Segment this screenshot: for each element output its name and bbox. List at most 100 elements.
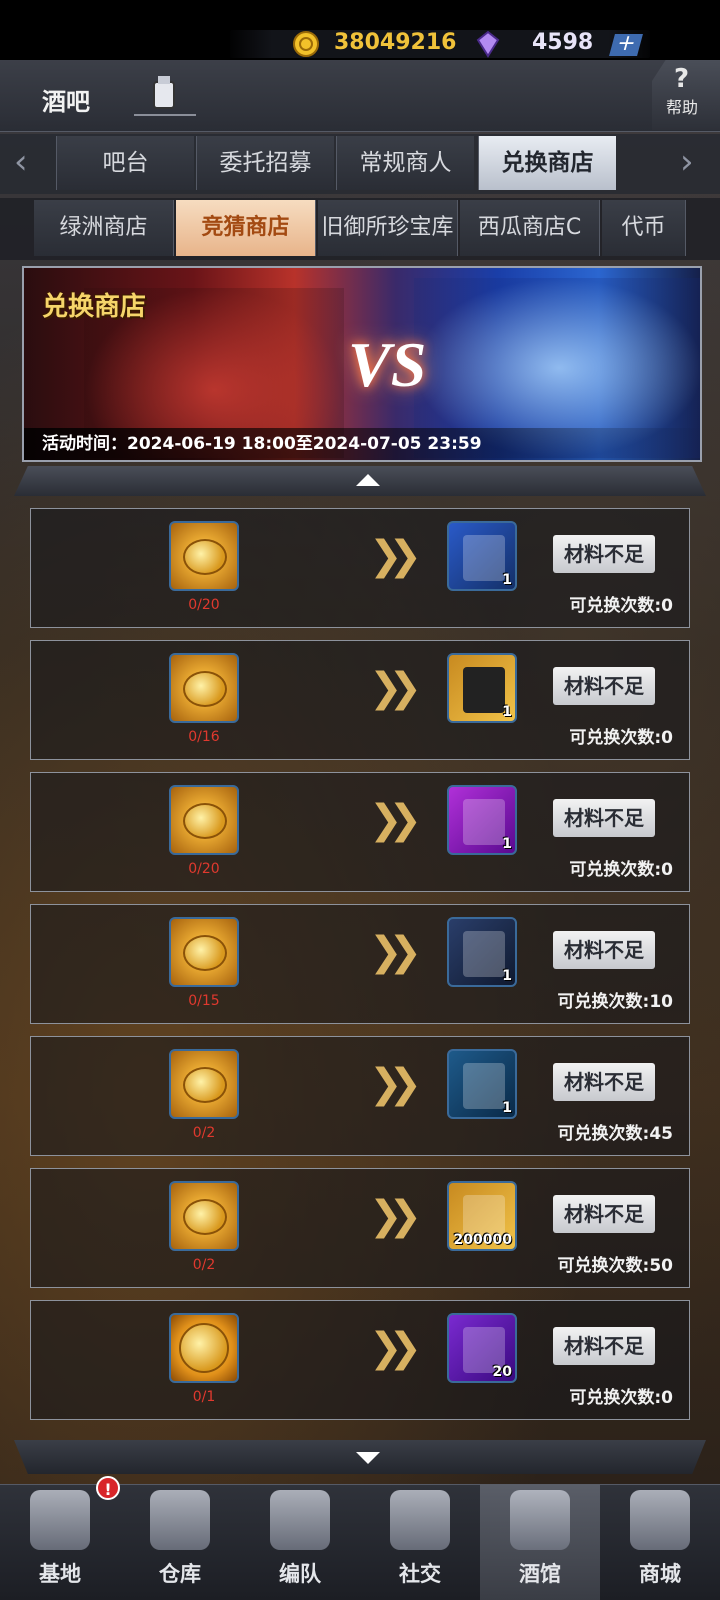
exchange-limit: 可兑换次数:0 (569, 860, 673, 880)
purple-puzzle-icon[interactable]: 1 (447, 785, 517, 855)
reward-qty: 1 (502, 1100, 512, 1116)
insufficient-button[interactable]: 材料不足 (553, 931, 655, 969)
exchange-limit: 可兑换次数:50 (557, 1256, 673, 1276)
scroll-down-button[interactable] (14, 1440, 706, 1474)
nav-warehouse[interactable]: 仓库 (120, 1484, 240, 1600)
exchange-row: 0/20 ❯❯ 1 材料不足 可兑换次数:0 (30, 772, 690, 892)
subtab-oasis-shop[interactable]: 绿洲商店 (34, 200, 174, 256)
nav-label: 编队 (279, 1562, 321, 1586)
question-icon: ? (674, 64, 690, 94)
tab-exchange-shop[interactable]: 兑换商店 (478, 136, 616, 190)
drink-icon (510, 1490, 570, 1550)
insufficient-button[interactable]: 材料不足 (553, 1063, 655, 1101)
arrow-up-icon (356, 474, 380, 486)
cost-count: 0/2 (192, 1257, 216, 1273)
guess-coin-icon (169, 917, 239, 987)
cost-count: 0/1 (192, 1389, 216, 1405)
tabs-right-chevron-icon[interactable]: › (680, 142, 694, 182)
exchange-row: 0/15 ❯❯ 1 材料不足 可兑换次数:10 (30, 904, 690, 1024)
insufficient-button[interactable]: 材料不足 (553, 535, 655, 573)
collapse-banner-button[interactable] (14, 466, 706, 496)
tab-merchant[interactable]: 常规商人 (336, 136, 474, 190)
nav-shop[interactable]: 商城 (600, 1484, 720, 1600)
helmet-icon (270, 1490, 330, 1550)
arrow-down-icon (356, 1452, 380, 1464)
double-chevron-icon: ❯❯ (369, 1061, 422, 1107)
dragon-coin-icon (169, 1313, 239, 1383)
exchange-limit: 可兑换次数:45 (557, 1124, 673, 1144)
exchange-limit: 可兑换次数:0 (569, 728, 673, 748)
header: 酒吧 (0, 60, 720, 132)
tab-bar-counter[interactable]: 吧台 (56, 136, 194, 190)
title-underline (134, 114, 196, 116)
alert-badge: ! (96, 1476, 120, 1500)
reward-qty: 20 (492, 1364, 512, 1380)
guess-coin-icon (169, 1049, 239, 1119)
star-badge-icon (30, 1490, 90, 1550)
nav-team[interactable]: 编队 (240, 1484, 360, 1600)
double-chevron-icon: ❯❯ (369, 929, 422, 975)
target-card-icon[interactable]: 1 (447, 917, 517, 987)
cost-count: 0/16 (188, 729, 220, 745)
reward-qty: 1 (502, 704, 512, 720)
double-chevron-icon: ❯❯ (369, 797, 422, 843)
gold-amount: 38049216 (334, 30, 457, 55)
gem-icon (476, 30, 500, 58)
tab-recruit[interactable]: 委托招募 (196, 136, 334, 190)
insufficient-button[interactable]: 材料不足 (553, 799, 655, 837)
gold-coin-icon (293, 31, 319, 57)
guess-coin-icon (169, 653, 239, 723)
vs-text: VS (348, 329, 427, 400)
shop-orb-icon (630, 1490, 690, 1550)
exchange-row: 0/2 ❯❯ 1 材料不足 可兑换次数:45 (30, 1036, 690, 1156)
cost-count: 0/15 (188, 993, 220, 1009)
double-chevron-icon: ❯❯ (369, 1325, 422, 1371)
nav-label: 酒馆 (519, 1562, 561, 1586)
cost-count: 0/20 (188, 861, 220, 877)
guess-coin-icon (169, 785, 239, 855)
exchange-limit: 可兑换次数:10 (557, 992, 673, 1012)
help-label: 帮助 (666, 98, 699, 117)
guess-coin-icon (169, 521, 239, 591)
syringe-icon[interactable]: 1 (447, 1049, 517, 1119)
gold-coins-icon[interactable]: 200000 (447, 1181, 517, 1251)
exchange-limit: 可兑换次数:0 (569, 596, 673, 616)
reward-qty: 1 (502, 572, 512, 588)
nav-social[interactable]: 社交 (360, 1484, 480, 1600)
nav-label: 社交 (399, 1562, 441, 1586)
exchange-row: 0/2 ❯❯ 200000 材料不足 可兑换次数:50 (30, 1168, 690, 1288)
cost-count: 0/20 (188, 597, 220, 613)
event-time: 活动时间：2024-06-19 18:00至2024-07-05 23:59 (42, 434, 482, 454)
gem-amount: 4598 (532, 30, 594, 55)
insufficient-button[interactable]: 材料不足 (553, 667, 655, 705)
diamonds-icon[interactable]: 20 (447, 1313, 517, 1383)
insufficient-button[interactable]: 材料不足 (553, 1327, 655, 1365)
subtab-guess-shop[interactable]: 竞猜商店 (176, 200, 316, 256)
add-gems-button[interactable]: + (609, 31, 643, 56)
exchange-limit: 可兑换次数:0 (569, 1388, 673, 1408)
tabs-left-chevron-icon[interactable]: ‹ (14, 142, 28, 182)
reward-qty: 1 (502, 968, 512, 984)
handshake-icon (390, 1490, 450, 1550)
nav-label: 商城 (639, 1562, 681, 1586)
page-title: 酒吧 (42, 88, 90, 116)
insufficient-button[interactable]: 材料不足 (553, 1195, 655, 1233)
silhouette-card-icon[interactable]: 1 (447, 653, 517, 723)
nav-label: 仓库 (159, 1562, 201, 1586)
subtab-treasure-vault[interactable]: 旧御所珍宝库 (318, 200, 458, 256)
subtab-watermelon-shop[interactable]: 西瓜商店C (460, 200, 600, 256)
drink-icon[interactable] (146, 74, 182, 114)
reward-qty: 1 (502, 836, 512, 852)
banner-title: 兑换商店 (42, 292, 147, 322)
event-banner: VS 兑换商店 活动时间：2024-06-19 18:00至2024-07-05… (22, 266, 702, 462)
help-button[interactable]: ? 帮助 (652, 60, 720, 130)
guess-coin-icon (169, 1181, 239, 1251)
double-chevron-icon: ❯❯ (369, 1193, 422, 1239)
subtab-token[interactable]: 代币 (602, 200, 686, 256)
nav-base[interactable]: 基地 (0, 1484, 120, 1600)
card-pack-icon[interactable]: 1 (447, 521, 517, 591)
exchange-row: 0/20 ❯❯ 1 材料不足 可兑换次数:0 (30, 508, 690, 628)
exchange-row: 0/16 ❯❯ 1 材料不足 可兑换次数:0 (30, 640, 690, 760)
nav-tavern[interactable]: 酒馆 (480, 1484, 600, 1600)
cost-count: 0/2 (192, 1125, 216, 1141)
